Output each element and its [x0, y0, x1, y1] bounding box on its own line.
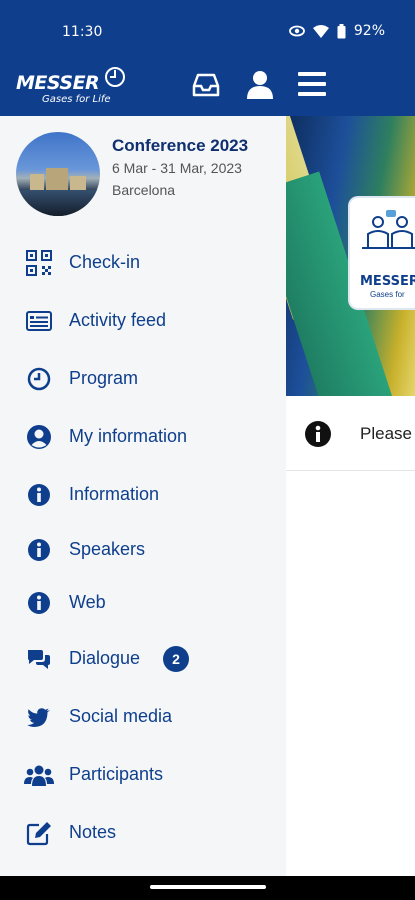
battery-percent: 92% — [353, 23, 385, 39]
unread-badge: 2 — [163, 646, 189, 672]
menu-item-check-in[interactable]: Check-in — [0, 240, 286, 284]
users-icon — [24, 765, 54, 786]
menu-item-label: Program — [69, 368, 139, 388]
menu-item-label: Information — [69, 484, 160, 504]
eye-icon — [288, 25, 305, 37]
info-icon — [305, 421, 331, 447]
menu-item-speakers[interactable]: Speakers — [0, 527, 286, 571]
notice-row[interactable]: Please — [286, 396, 415, 471]
edit-icon — [26, 822, 51, 846]
app-bar: 11:30 92% MESSER Gases for Life — [0, 0, 415, 116]
wifi-icon — [312, 24, 329, 38]
banner-card-title: MESSER — [360, 274, 415, 289]
menu-item-label: My information — [69, 426, 188, 446]
banner-logo-card: MESSER Gases for — [350, 198, 415, 308]
chat-icon — [28, 650, 50, 669]
qr-code-icon — [26, 250, 52, 276]
menu-item-label: Check-in — [69, 252, 141, 272]
menu-item-label: Notes — [69, 822, 117, 842]
event-city: Barcelona — [112, 182, 176, 198]
event-header[interactable]: Conference 2023 6 Mar - 31 Mar, 2023 Bar… — [16, 132, 278, 220]
menu-item-label: Speakers — [69, 539, 146, 559]
status-bar: 11:30 92% — [0, 0, 415, 64]
brand-name: MESSER — [16, 72, 100, 94]
navigation-drawer: Conference 2023 6 Mar - 31 Mar, 2023 Bar… — [0, 116, 286, 876]
menu-item-label: Participants — [69, 764, 164, 784]
twitter-icon — [27, 708, 50, 727]
menu-item-label: Dialogue — [69, 648, 141, 668]
menu-item-web[interactable]: Web — [0, 580, 286, 624]
menu-item-label: Activity feed — [69, 310, 167, 330]
home-gesture-handle[interactable] — [150, 885, 266, 889]
info-icon — [28, 484, 50, 506]
messer-logo[interactable]: MESSER Gases for Life — [16, 66, 126, 110]
system-nav-bar — [0, 876, 415, 900]
meeting-icon — [362, 210, 415, 249]
menu-item-notes[interactable]: Notes — [0, 810, 286, 854]
newspaper-icon — [26, 311, 52, 331]
status-icons: 92% — [288, 23, 385, 39]
menu-item-social-media[interactable]: Social media — [0, 694, 286, 738]
menu-item-dialogue[interactable]: Dialogue 2 — [0, 636, 286, 680]
menu-item-participants[interactable]: Participants — [0, 752, 286, 796]
menu-item-label: Web — [69, 592, 106, 612]
messer-mark-icon — [105, 67, 125, 87]
event-banner[interactable]: MESSER Gases for — [286, 116, 415, 396]
menu-item-program[interactable]: Program — [0, 356, 286, 400]
event-avatar — [16, 132, 100, 216]
user-circle-icon — [27, 425, 51, 449]
hamburger-icon[interactable] — [296, 68, 328, 100]
menu-item-information[interactable]: Information — [0, 472, 286, 516]
battery-icon — [337, 23, 346, 38]
menu-item-activity-feed[interactable]: Activity feed — [0, 298, 286, 342]
inbox-icon[interactable] — [190, 68, 222, 100]
profile-icon[interactable] — [244, 68, 276, 100]
menu-item-my-information[interactable]: My information — [0, 414, 286, 458]
notice-text: Please — [360, 424, 412, 443]
main-content: MESSER Gases for Please — [286, 116, 415, 876]
event-title: Conference 2023 — [112, 136, 249, 155]
status-time: 11:30 — [62, 24, 103, 40]
event-dates: 6 Mar - 31 Mar, 2023 — [112, 160, 242, 176]
brand-tagline: Gases for Life — [42, 94, 111, 105]
banner-card-subtitle: Gases for — [370, 290, 405, 299]
menu-item-label: Social media — [69, 706, 173, 726]
info-icon — [28, 539, 50, 561]
clock-icon — [27, 367, 51, 391]
info-icon — [28, 592, 50, 614]
